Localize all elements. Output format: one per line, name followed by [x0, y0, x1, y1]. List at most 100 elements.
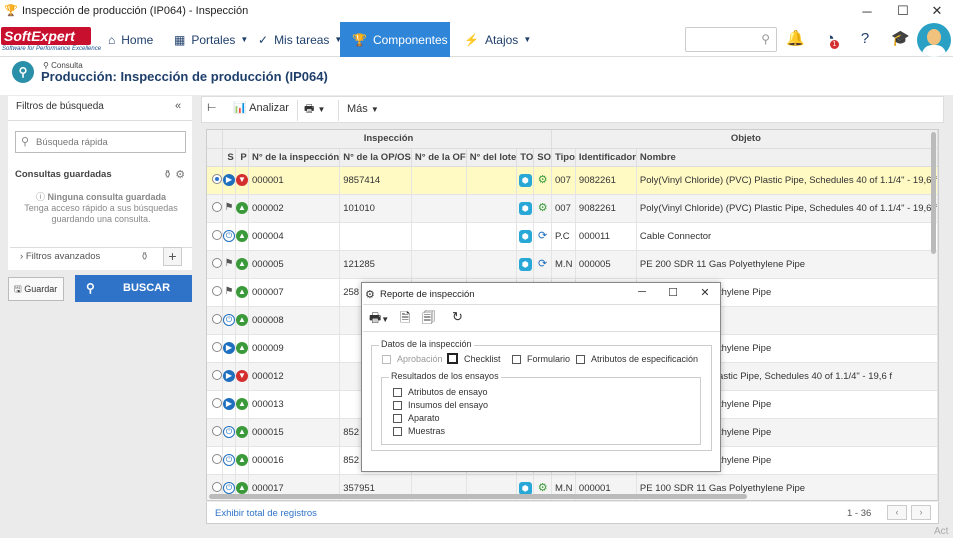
priority-cell: ▲	[235, 250, 249, 279]
row-radio[interactable]	[212, 397, 222, 408]
row-radio[interactable]	[212, 257, 222, 268]
nav-mis-tareas[interactable]: ✓ Mis tareas ▼	[258, 22, 342, 57]
print-button[interactable]: 🖶 ▼	[297, 100, 325, 121]
row-select[interactable]	[207, 278, 223, 307]
next-page-button[interactable]: ›	[911, 505, 931, 520]
row-radio[interactable]	[212, 369, 222, 380]
row-radio[interactable]	[212, 201, 222, 212]
status-cell: ▶	[222, 334, 236, 363]
to-cell: ⬢	[516, 194, 535, 223]
nav-home[interactable]: ⌂ Home	[108, 22, 161, 57]
priority-cell: ▲	[235, 194, 249, 223]
refresh-icon[interactable]: ↻	[452, 309, 463, 325]
nav-home-label: Home	[121, 32, 154, 47]
user-avatar[interactable]	[917, 23, 951, 57]
add-filter-button[interactable]: +	[163, 247, 182, 266]
row-select[interactable]	[207, 250, 223, 279]
clean-filter-icon[interactable]: ⚱	[140, 250, 149, 263]
quick-search-input[interactable]: ⚲ Búsqueda rápida	[15, 131, 186, 153]
nav-portales[interactable]: ▦ Portales ▼	[174, 22, 248, 57]
gear-icon[interactable]: ⚙	[175, 169, 185, 181]
row-radio[interactable]	[212, 425, 222, 436]
global-search-input[interactable]: ⚲	[685, 27, 777, 52]
row-select[interactable]	[207, 306, 223, 335]
ensayo-checkbox[interactable]: Muestras	[393, 426, 445, 436]
close-window-button[interactable]: ✕	[920, 0, 953, 22]
dialog-minimize-button[interactable]: ─	[632, 286, 652, 302]
row-radio[interactable]	[212, 313, 222, 324]
row-radio[interactable]	[212, 285, 222, 296]
table-row[interactable]: ⚑ ▲ 000002 101010 ⬢ ⚙ 007 9082261 Poly(Vinyl Chl…	[207, 194, 938, 223]
ensayo-checkbox[interactable]: Atributos de ensayo	[393, 387, 488, 397]
column-header[interactable]: N° de la inspección	[248, 148, 341, 167]
row-radio[interactable]	[212, 453, 222, 464]
row-radio[interactable]	[212, 341, 222, 352]
help-icon[interactable]: ?	[856, 30, 874, 48]
maximize-button[interactable]: ☐	[886, 0, 920, 22]
save-query-button[interactable]: 🖫 Guardar	[8, 277, 64, 301]
minimize-button[interactable]: ─	[850, 0, 884, 22]
column-header[interactable]: Tipo	[551, 148, 576, 167]
row-select[interactable]	[207, 390, 223, 419]
dialog-close-button[interactable]: ✕	[695, 286, 715, 302]
atributos-especificacion-checkbox[interactable]: Atributos de especificación	[576, 354, 698, 364]
row-select[interactable]	[207, 362, 223, 391]
formulario-checkbox[interactable]: Formulario	[512, 354, 570, 364]
column-header[interactable]: N° del lote	[466, 148, 518, 167]
export-report-icon[interactable]: 🗐	[422, 309, 435, 331]
table-row[interactable]: ▶ ▼ 000001 9857414 ⬢ ⚙ 007 9082261 Poly(Vinyl Ch…	[207, 166, 938, 195]
ensayo-label: Atributos de ensayo	[408, 387, 488, 397]
nav-atajos[interactable]: ⚡ Atajos ▼	[464, 22, 531, 57]
checkbox-box	[393, 413, 402, 423]
softexpert-logo[interactable]: SoftExpert Software for Performance Exce…	[0, 27, 101, 53]
graduation-cap-icon[interactable]: 🎓	[891, 30, 910, 48]
cube-icon: ⬢	[518, 481, 532, 495]
row-select[interactable]	[207, 166, 223, 195]
row-select[interactable]	[207, 222, 223, 251]
column-header[interactable]: SO	[533, 148, 553, 167]
collapse-panel-icon[interactable]: «	[175, 100, 181, 112]
horizontal-scrollbar[interactable]	[209, 494, 747, 499]
column-header[interactable]: Nombre	[636, 148, 938, 167]
aprobacion-checkbox[interactable]: Aprobación	[382, 354, 443, 364]
tree-view-icon[interactable]: ⊢	[207, 101, 217, 114]
row-select[interactable]	[207, 418, 223, 447]
table-row[interactable]: ⚑ ▲ 000005 121285 ⬢ ⟳ M.N 000005 PE 200 SDR 11 G…	[207, 250, 938, 279]
dialog-print-button[interactable]: 🖶▼	[369, 309, 389, 331]
inspection-number: 000016	[248, 446, 341, 475]
checklist-checkbox[interactable]: Checklist	[447, 353, 501, 364]
row-select[interactable]	[207, 334, 223, 363]
prev-page-button[interactable]: ‹	[887, 505, 907, 520]
ensayo-checkbox[interactable]: Insumos del ensayo	[393, 400, 488, 410]
nav-componentes[interactable]: 🏆 Componentes ▼	[340, 22, 461, 57]
ensayo-checkbox[interactable]: Aparato	[393, 413, 440, 423]
analizar-button[interactable]: 📊 Analizar	[233, 101, 289, 114]
tipo-cell: 007	[551, 166, 576, 195]
row-radio[interactable]	[212, 481, 222, 492]
arrow-up-icon: ▲	[236, 314, 248, 326]
column-header[interactable]: P	[235, 148, 249, 167]
table-row[interactable]: ⏻ ▲ 000004 ⬢ ⟳ P.C 000011 Cable Connector	[207, 222, 938, 251]
row-radio[interactable]	[212, 173, 222, 184]
column-header[interactable]: S	[222, 148, 236, 167]
mas-button[interactable]: Más ▼	[338, 100, 379, 121]
bell-icon[interactable]: 🔔	[786, 30, 805, 48]
power-icon: ⏻	[223, 426, 235, 438]
vertical-scrollbar[interactable]	[931, 132, 936, 254]
print-icon: 🖶	[304, 103, 315, 115]
export-document-icon[interactable]: 🗎	[400, 309, 410, 331]
advanced-filters-label: › Filtros avanzados	[20, 251, 101, 262]
column-header[interactable]: N° de la OF	[411, 148, 467, 167]
column-header[interactable]: Identificador	[575, 148, 637, 167]
row-select[interactable]	[207, 194, 223, 223]
column-header[interactable]: TO	[516, 148, 535, 167]
clean-icon[interactable]: ⚱	[163, 169, 172, 181]
search-button[interactable]: ⚲ BUSCAR	[75, 275, 192, 302]
column-header[interactable]: N° de la OP/OS	[339, 148, 412, 167]
row-radio[interactable]	[212, 229, 222, 240]
advanced-filters-row[interactable]: › Filtros avanzados ⚱ +	[10, 247, 192, 267]
row-select[interactable]	[207, 446, 223, 475]
dialog-maximize-button[interactable]: ☐	[663, 286, 683, 302]
show-total-link[interactable]: Exhibir total de registros	[215, 508, 317, 519]
grid-footer: Exhibir total de registros 1 - 36 ‹ ›	[206, 502, 939, 524]
